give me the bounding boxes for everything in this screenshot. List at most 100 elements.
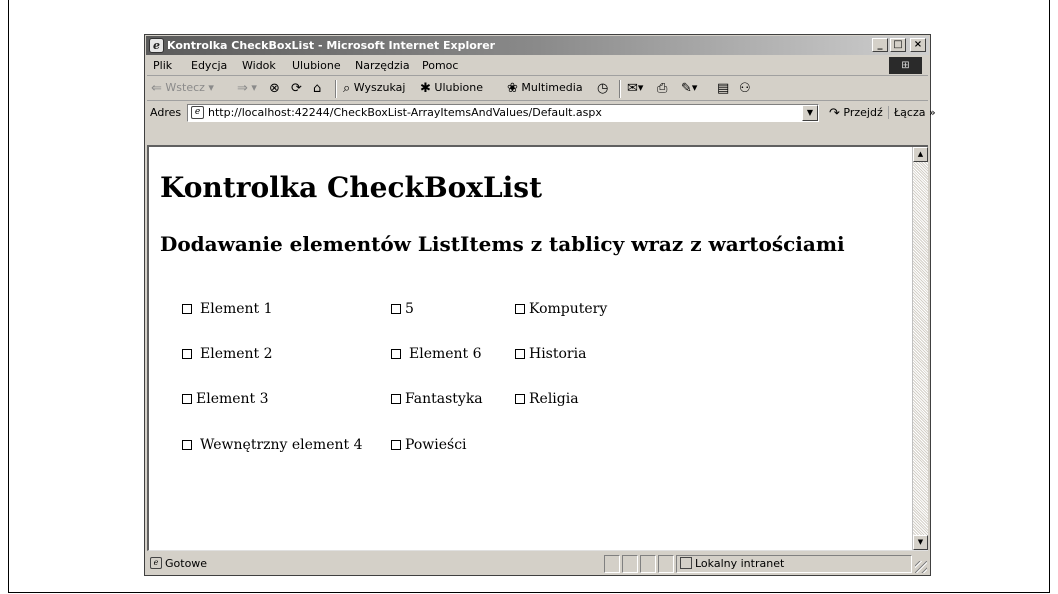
browser-window: e Kontrolka CheckBoxList - Microsoft Int… [144, 34, 936, 576]
back-button[interactable]: ⇐ Wstecz ▾ [151, 81, 214, 95]
intranet-icon [680, 557, 692, 569]
checkbox-item[interactable]: Element 1 [182, 301, 273, 317]
checkbox[interactable] [515, 304, 525, 314]
checkbox-label: Element 1 [200, 301, 273, 317]
address-url: http://localhost:42244/CheckBoxList-Arra… [208, 106, 602, 119]
checkbox-label: Powieści [405, 437, 467, 453]
menu-widok[interactable]: Widok [242, 59, 276, 72]
address-input[interactable]: e http://localhost:42244/CheckBoxList-Ar… [187, 104, 819, 122]
checkbox-item[interactable]: Powieści [391, 437, 467, 453]
checkbox[interactable] [391, 349, 401, 359]
status-panel [658, 555, 674, 573]
menu-pomoc[interactable]: Pomoc [422, 59, 458, 72]
go-button[interactable]: ↷ Przejdź [829, 106, 883, 120]
status-panel [622, 555, 638, 573]
zone-text: Lokalny intranet [695, 557, 785, 570]
edit-button[interactable]: ✎▾ [681, 81, 697, 95]
checkbox[interactable] [182, 304, 192, 314]
status-page-icon: e [150, 557, 162, 569]
address-label: Adres [150, 106, 182, 119]
checkbox-item[interactable]: Komputery [515, 301, 607, 317]
search-label: Wyszukaj [353, 81, 406, 94]
resize-grip-icon[interactable] [915, 561, 927, 573]
checkbox[interactable] [182, 440, 192, 450]
links-label: Łącza [894, 106, 926, 119]
scroll-down-icon[interactable]: ▼ [913, 535, 928, 550]
discuss-icon: ▤ [717, 81, 730, 96]
checkbox-label: Fantastyka [405, 391, 483, 407]
address-bar: Adres e http://localhost:42244/CheckBoxL… [147, 102, 936, 124]
back-arrow-icon: ⇐ [151, 81, 162, 96]
mail-button[interactable]: ✉▾ [627, 81, 643, 95]
page-content: Kontrolka CheckBoxList Dodawanie element… [149, 147, 912, 550]
forward-dropdown-icon: ▾ [251, 81, 257, 94]
checkbox[interactable] [391, 304, 401, 314]
home-button[interactable]: ⌂ [313, 81, 321, 95]
messenger-button[interactable]: ⚇ [739, 81, 751, 95]
discuss-button[interactable]: ▤ [717, 81, 729, 95]
checkbox[interactable] [182, 349, 192, 359]
checkbox[interactable] [391, 440, 401, 450]
print-button[interactable]: ⎙ [657, 81, 667, 95]
chevron-icon: » [929, 106, 936, 119]
edit-icon: ✎ [681, 81, 692, 96]
menu-edycja[interactable]: Edycja [191, 59, 227, 72]
go-label: Przejdź [843, 106, 883, 119]
checkbox-label: 5 [405, 301, 414, 317]
status-panel [604, 555, 620, 573]
links-button[interactable]: Łącza » [888, 106, 936, 119]
mail-dropdown-icon: ▾ [637, 81, 644, 94]
search-button[interactable]: ⌕ Wyszukaj [343, 81, 405, 95]
title-bar[interactable]: e Kontrolka CheckBoxList - Microsoft Int… [146, 36, 929, 55]
stop-button[interactable]: ⊗ [269, 81, 280, 95]
history-icon: ◷ [597, 81, 609, 96]
forward-arrow-icon: ⇒ [237, 81, 248, 96]
menu-plik[interactable]: Plik [153, 59, 172, 72]
checkbox[interactable] [182, 394, 192, 404]
windows-flag-icon: ⊞ [889, 57, 922, 74]
checkbox-item[interactable]: Element 3 [182, 391, 269, 407]
address-dropdown-icon[interactable]: ▼ [802, 105, 818, 121]
checkbox[interactable] [515, 394, 525, 404]
edit-dropdown-icon: ▾ [691, 81, 698, 94]
scroll-up-icon[interactable]: ▲ [913, 147, 928, 162]
vertical-scrollbar[interactable]: ▲ ▼ [912, 147, 928, 550]
favorites-button[interactable]: ✱ Ulubione [420, 81, 483, 95]
menu-narzedzia[interactable]: Narzędzia [355, 59, 410, 72]
status-text: Gotowe [165, 557, 208, 570]
close-button[interactable]: × [910, 38, 926, 52]
minimize-button[interactable]: _ [872, 38, 888, 52]
menu-ulubione[interactable]: Ulubione [292, 59, 341, 72]
media-label: Multimedia [521, 81, 583, 94]
page-title: Kontrolka CheckBoxList [160, 171, 543, 204]
checkbox-item[interactable]: Historia [515, 346, 586, 362]
page-viewport: Kontrolka CheckBoxList Dodawanie element… [147, 145, 928, 551]
page-subtitle: Dodawanie elementów ListItems z tablicy … [160, 232, 845, 256]
stop-icon: ⊗ [269, 81, 280, 96]
back-label: Wstecz [165, 81, 205, 94]
go-arrow-icon: ↷ [829, 106, 840, 121]
checkbox-label: Element 6 [409, 346, 482, 362]
history-button[interactable]: ◷ [597, 81, 608, 95]
checkbox-item[interactable]: Element 2 [182, 346, 273, 362]
checkbox-label: Element 3 [196, 391, 269, 407]
checkbox-item[interactable]: Wewnętrzny element 4 [182, 437, 363, 453]
page-icon: e [191, 106, 204, 119]
checkbox-item[interactable]: Element 6 [391, 346, 482, 362]
checkbox-label: Historia [529, 346, 587, 362]
maximize-button[interactable]: □ [890, 38, 906, 52]
forward-button[interactable]: ⇒ ▾ [237, 81, 257, 95]
mail-icon: ✉ [627, 81, 638, 96]
status-panel [640, 555, 656, 573]
standard-toolbar: ⇐ Wstecz ▾ ⇒ ▾ ⊗ ⟳ ⌂ ⌕ Wyszukaj ✱ Ulubio… [147, 77, 928, 101]
checkbox[interactable] [515, 349, 525, 359]
status-bar: e Gotowe Lokalny intranet [147, 554, 928, 574]
checkbox-item[interactable]: Fantastyka [391, 391, 483, 407]
checkbox[interactable] [391, 394, 401, 404]
checkbox-item[interactable]: 5 [391, 301, 414, 317]
refresh-button[interactable]: ⟳ [291, 81, 302, 95]
checkbox-item[interactable]: Religia [515, 391, 579, 407]
media-button[interactable]: ❀ Multimedia [507, 81, 583, 95]
checkbox-label: Element 2 [200, 346, 273, 362]
search-icon: ⌕ [343, 81, 351, 96]
